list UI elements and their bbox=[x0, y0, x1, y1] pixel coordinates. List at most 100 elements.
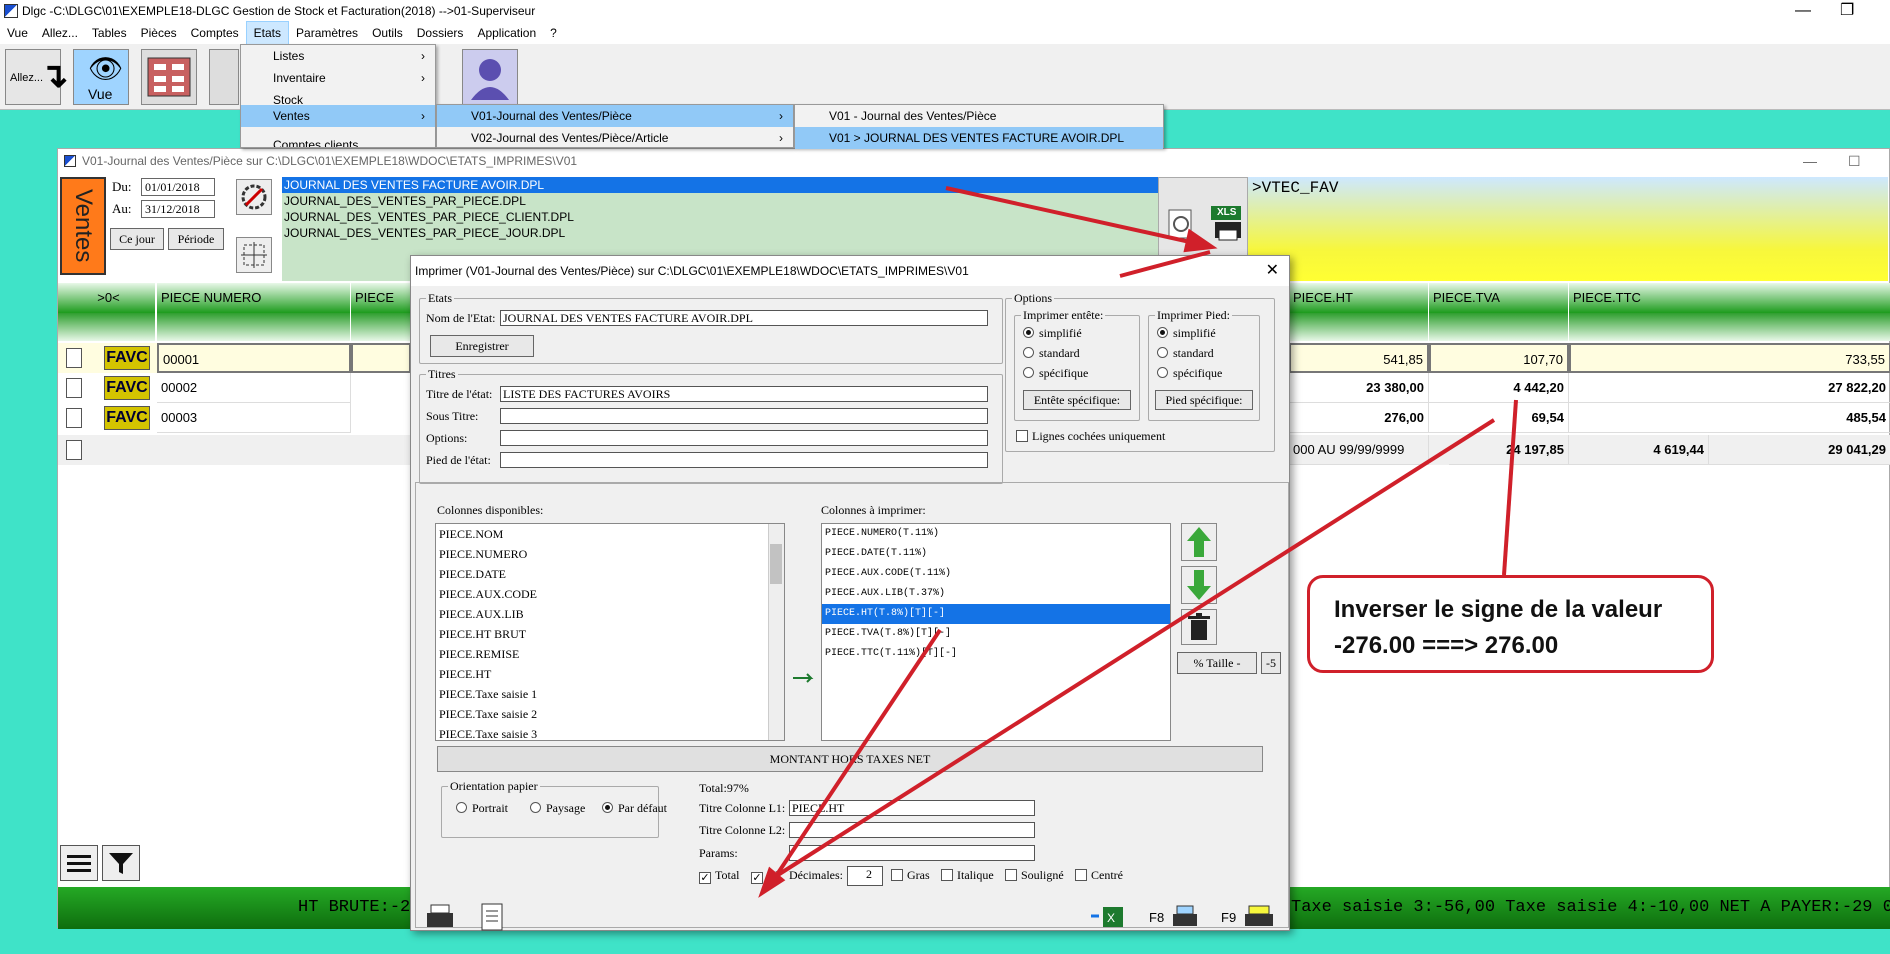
excel-export-button[interactable]: X bbox=[1089, 904, 1127, 930]
du-date-input[interactable]: 01/01/2018 bbox=[141, 178, 215, 196]
list-item[interactable]: PIECE.DATE(T.11%) bbox=[822, 544, 1170, 564]
f8-print-button[interactable]: F8 bbox=[1147, 904, 1207, 930]
hamburger-menu-button[interactable] bbox=[60, 845, 98, 881]
search-doc-icon[interactable] bbox=[1159, 202, 1203, 246]
move-up-button[interactable] bbox=[1181, 523, 1217, 561]
print-setup-button[interactable] bbox=[423, 901, 459, 931]
titre-col2-input[interactable] bbox=[789, 822, 1035, 838]
ce-jour-button[interactable]: Ce jour bbox=[110, 228, 164, 250]
menu-help[interactable]: ? bbox=[543, 22, 564, 44]
menu-outils[interactable]: Outils bbox=[365, 22, 410, 44]
cell-ht[interactable]: 541,85 bbox=[1289, 343, 1429, 373]
menu-item-inventaire[interactable]: Inventaire › bbox=[241, 67, 435, 89]
restore-button[interactable]: ❐ bbox=[1840, 0, 1854, 22]
menu-comptes[interactable]: Comptes bbox=[184, 22, 246, 44]
filter-button[interactable] bbox=[102, 845, 140, 881]
menu-item-stock[interactable]: Stock bbox=[241, 89, 435, 105]
list-item[interactable]: PIECE.Taxe saisie 1 bbox=[436, 684, 784, 704]
select-area-button[interactable] bbox=[236, 237, 272, 273]
cell-numero[interactable]: 00001 bbox=[157, 343, 351, 373]
f9-print-button[interactable]: F9 bbox=[1217, 904, 1281, 930]
favc-badge[interactable]: FAVC bbox=[104, 406, 150, 430]
lignes-cochees-checkbox[interactable]: Lignes cochées uniquement bbox=[1016, 429, 1165, 444]
list-item[interactable]: PIECE.NUMERO(T.11%) bbox=[822, 524, 1170, 544]
cell-numero[interactable]: 00002 bbox=[157, 373, 351, 403]
cell-date[interactable] bbox=[351, 343, 411, 373]
list-item-selected[interactable]: PIECE.HT(T.8%)[T][-] bbox=[822, 604, 1170, 624]
cell-ht[interactable]: 23 380,00 bbox=[1289, 373, 1429, 403]
row-checkbox[interactable] bbox=[66, 348, 82, 368]
centre-checkbox[interactable]: Centré bbox=[1075, 868, 1123, 883]
preview-button[interactable] bbox=[477, 901, 507, 931]
menu-vue[interactable]: Vue bbox=[0, 22, 35, 44]
state-item[interactable]: JOURNAL_DES_VENTES_PAR_PIECE_JOUR.DPL bbox=[282, 225, 1200, 241]
calendar-reset-button[interactable] bbox=[236, 179, 272, 215]
cell-tva[interactable]: 69,54 bbox=[1429, 403, 1569, 433]
par-defaut-radio[interactable]: Par défaut bbox=[602, 801, 667, 816]
cell-tva[interactable]: 4 442,20 bbox=[1429, 373, 1569, 403]
delete-column-button[interactable] bbox=[1181, 609, 1217, 645]
titre-etat-input[interactable]: LISTE DES FACTURES AVOIRS bbox=[500, 386, 988, 402]
taille-button[interactable]: % Taille - bbox=[1177, 652, 1257, 674]
menu-dossiers[interactable]: Dossiers bbox=[410, 22, 471, 44]
list-item[interactable]: PIECE.REMISE bbox=[436, 644, 784, 664]
report-maximize-button[interactable]: ☐ bbox=[1848, 149, 1861, 173]
minimize-button[interactable]: — bbox=[1795, 0, 1811, 22]
menu-item-v02[interactable]: V02-Journal des Ventes/Pièce/Article › bbox=[437, 127, 793, 149]
colonnes-disponibles-list[interactable]: PIECE.NOM PIECE.NUMERO PIECE.DATE PIECE.… bbox=[435, 523, 785, 741]
colonnes-imprimer-list[interactable]: PIECE.NUMERO(T.11%) PIECE.DATE(T.11%) PI… bbox=[821, 523, 1171, 741]
total-checkbox[interactable]: ✓ Total bbox=[699, 868, 740, 884]
entete-specifique-button[interactable]: Entête spécifique: bbox=[1023, 390, 1131, 410]
gras-checkbox[interactable]: Gras bbox=[891, 868, 930, 883]
menu-tables[interactable]: Tables bbox=[85, 22, 134, 44]
italique-checkbox[interactable]: Italique bbox=[941, 868, 994, 883]
periode-button[interactable]: Période bbox=[168, 228, 224, 250]
souligne-checkbox[interactable]: Souligné bbox=[1005, 868, 1064, 883]
nom-etat-input[interactable]: JOURNAL DES VENTES FACTURE AVOIR.DPL bbox=[500, 310, 988, 326]
cell-tva[interactable]: 107,70 bbox=[1429, 343, 1569, 373]
entete-specifique-radio[interactable]: spécifique bbox=[1023, 366, 1088, 381]
list-item[interactable]: PIECE.DATE bbox=[436, 564, 784, 584]
dialog-close-button[interactable]: ✕ bbox=[1266, 256, 1279, 286]
list-item[interactable]: PIECE.NOM bbox=[436, 524, 784, 544]
menu-parametres[interactable]: Paramètres bbox=[289, 22, 365, 44]
menu-item-ventes[interactable]: Ventes › bbox=[241, 105, 435, 127]
list-item[interactable]: PIECE.AUX.LIB(T.37%) bbox=[822, 584, 1170, 604]
cell-ttc[interactable]: 733,55 bbox=[1569, 343, 1890, 373]
negative-checkbox[interactable]: ✓ [-] bbox=[751, 868, 779, 884]
cell-ttc[interactable]: 485,54 bbox=[1569, 403, 1890, 433]
menu-item-v01-journal[interactable]: V01 - Journal des Ventes/Pièce bbox=[795, 105, 1163, 127]
decimales-stepper[interactable]: 2 bbox=[847, 866, 883, 886]
au-date-input[interactable]: 31/12/2018 bbox=[141, 200, 215, 218]
col-selector[interactable]: >0< bbox=[58, 283, 156, 313]
pied-specifique-radio[interactable]: spécifique bbox=[1157, 366, 1222, 381]
list-item[interactable]: PIECE.AUX.LIB bbox=[436, 604, 784, 624]
taille-value[interactable]: -5 bbox=[1261, 652, 1281, 674]
col-piece-date[interactable]: PIECE DA bbox=[351, 283, 411, 335]
total-checkbox[interactable] bbox=[66, 440, 82, 460]
col-piece-ttc[interactable]: PIECE.TTC bbox=[1569, 283, 1890, 313]
menu-item-v01-facture-avoir[interactable]: V01 > JOURNAL DES VENTES FACTURE AVOIR.D… bbox=[795, 127, 1163, 149]
grid-view-button[interactable] bbox=[141, 49, 197, 105]
favc-badge[interactable]: FAVC bbox=[104, 346, 150, 370]
pied-specifique-button[interactable]: Pied spécifique: bbox=[1155, 390, 1253, 410]
favc-badge[interactable]: FAVC bbox=[104, 376, 150, 400]
vue-button[interactable]: 👁 Vue bbox=[73, 49, 129, 105]
row-checkbox[interactable] bbox=[66, 408, 82, 428]
entete-simplifie-radio[interactable]: simplifié bbox=[1023, 326, 1082, 341]
menu-item-comptes-clients[interactable]: Comptes clients bbox=[241, 127, 435, 147]
list-item[interactable]: PIECE.AUX.CODE(T.11%) bbox=[822, 564, 1170, 584]
col-piece-ht[interactable]: PIECE.HT bbox=[1289, 283, 1429, 313]
options-input[interactable] bbox=[500, 430, 988, 446]
list-item[interactable]: PIECE.Taxe saisie 3 bbox=[436, 724, 784, 740]
menu-etats[interactable]: Etats bbox=[245, 21, 290, 45]
pied-standard-radio[interactable]: standard bbox=[1157, 346, 1214, 361]
sous-titre-input[interactable] bbox=[500, 408, 988, 424]
xls-export-button[interactable]: XLS bbox=[1209, 204, 1245, 244]
list-item[interactable]: PIECE.AUX.CODE bbox=[436, 584, 784, 604]
menu-item-listes[interactable]: Listes › bbox=[241, 45, 435, 67]
cell-ttc[interactable]: 27 822,20 bbox=[1569, 373, 1890, 403]
list-item[interactable]: PIECE.TTC(T.11%)[T][-] bbox=[822, 644, 1170, 664]
state-item[interactable]: JOURNAL_DES_VENTES_PAR_PIECE.DPL bbox=[282, 193, 1200, 209]
report-minimize-button[interactable]: — bbox=[1803, 149, 1817, 173]
